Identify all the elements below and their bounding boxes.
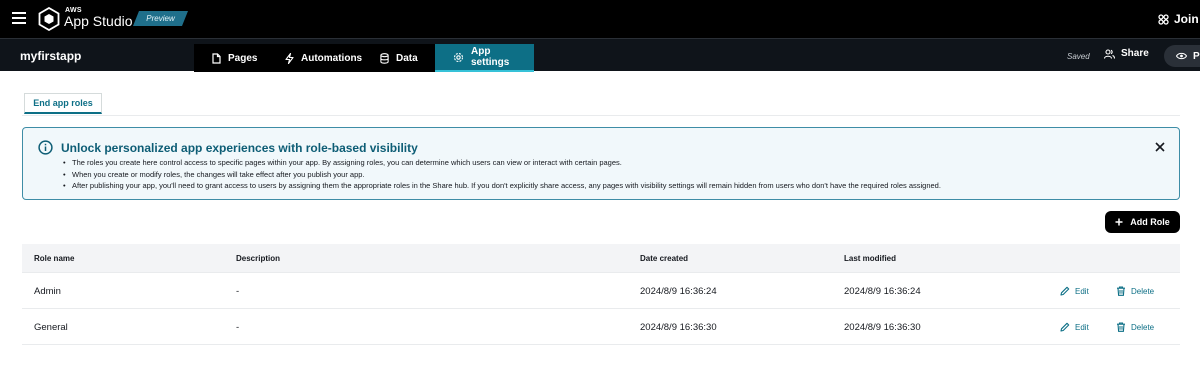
tab-app-settings[interactable]: App settings <box>435 44 534 72</box>
delete-button[interactable]: Delete <box>1116 322 1154 332</box>
roles-table: Role name Description Date created Last … <box>22 244 1180 345</box>
alert-bullet: The roles you create here control access… <box>63 157 941 169</box>
alert-title: Unlock personalized app experiences with… <box>61 141 418 155</box>
edit-label: Edit <box>1075 286 1089 296</box>
plus-icon <box>1115 218 1123 226</box>
saved-status: Saved <box>1067 52 1090 61</box>
role-name-cell: General <box>34 322 68 333</box>
join-us-link[interactable]: Join us <box>1158 11 1200 27</box>
tab-pages[interactable]: Pages <box>194 44 267 72</box>
last-modified-cell: 2024/8/9 16:36:30 <box>844 322 921 333</box>
table-row: Admin - 2024/8/9 16:36:24 2024/8/9 16:36… <box>22 273 1180 309</box>
delete-label: Delete <box>1131 322 1155 332</box>
trash-icon <box>1117 286 1125 296</box>
tab-automations[interactable]: Automations <box>267 44 362 72</box>
table-row: General - 2024/8/9 16:36:30 2024/8/9 16:… <box>22 309 1180 345</box>
edit-button[interactable]: Edit <box>1060 286 1089 296</box>
date-created-cell: 2024/8/9 16:36:30 <box>640 322 717 333</box>
subtab-divider <box>22 115 1180 116</box>
app-studio-logo-icon <box>38 7 60 31</box>
database-icon <box>380 52 389 64</box>
tab-data-label: Data <box>396 52 418 64</box>
delete-button[interactable]: Delete <box>1116 286 1154 296</box>
file-icon <box>212 52 221 64</box>
column-header-role-name: Role name <box>34 254 75 263</box>
description-cell: - <box>236 286 240 297</box>
description-cell: - <box>236 322 240 333</box>
app-nav-bar: myfirstapp Pages Automations Data App se… <box>0 38 1200 72</box>
preview-label: Pr <box>1193 50 1200 62</box>
add-role-label: Add Role <box>1130 217 1170 227</box>
preview-badge: Preview <box>133 11 188 26</box>
gear-icon <box>453 52 464 62</box>
logo-product-name: App Studio <box>64 13 133 29</box>
menu-icon[interactable] <box>12 12 26 24</box>
table-header: Role name Description Date created Last … <box>22 244 1180 273</box>
app-tabs: Pages Automations Data App settings <box>194 44 534 72</box>
info-alert: Unlock personalized app experiences with… <box>22 127 1180 200</box>
alert-bullet: When you create or modify roles, the cha… <box>63 169 941 181</box>
tab-end-app-roles[interactable]: End app roles <box>24 93 102 114</box>
column-header-description: Description <box>236 254 281 263</box>
close-icon[interactable] <box>1154 141 1166 153</box>
delete-label: Delete <box>1131 286 1155 296</box>
community-icon <box>1158 13 1169 25</box>
preview-button[interactable]: Pr <box>1164 45 1200 67</box>
tab-data[interactable]: Data <box>362 44 435 72</box>
edit-label: Edit <box>1075 322 1089 332</box>
top-bar: AWS App Studio Preview Join us <box>0 0 1200 38</box>
eye-icon <box>1176 52 1187 60</box>
share-label: Share <box>1121 48 1149 59</box>
pencil-icon <box>1060 322 1070 332</box>
app-name: myfirstapp <box>20 49 82 63</box>
share-button[interactable]: Share <box>1104 48 1149 59</box>
tab-app-settings-label: App settings <box>471 46 510 68</box>
column-header-last-modified: Last modified <box>844 254 897 263</box>
pencil-icon <box>1060 286 1070 296</box>
join-us-label: Join us <box>1174 12 1200 26</box>
info-icon <box>38 140 53 155</box>
last-modified-cell: 2024/8/9 16:36:24 <box>844 286 921 297</box>
role-name-cell: Admin <box>34 286 61 297</box>
lightning-icon <box>285 52 294 64</box>
add-role-button[interactable]: Add Role <box>1105 211 1180 233</box>
column-header-date-created: Date created <box>640 254 689 263</box>
alert-bullet: After publishing your app, you'll need t… <box>63 180 941 192</box>
alert-bullet-list: The roles you create here control access… <box>63 157 941 192</box>
edit-button[interactable]: Edit <box>1060 322 1089 332</box>
trash-icon <box>1117 322 1125 332</box>
date-created-cell: 2024/8/9 16:36:24 <box>640 286 717 297</box>
users-icon <box>1104 48 1115 59</box>
tab-automations-label: Automations <box>301 52 363 64</box>
tab-pages-label: Pages <box>228 52 258 64</box>
